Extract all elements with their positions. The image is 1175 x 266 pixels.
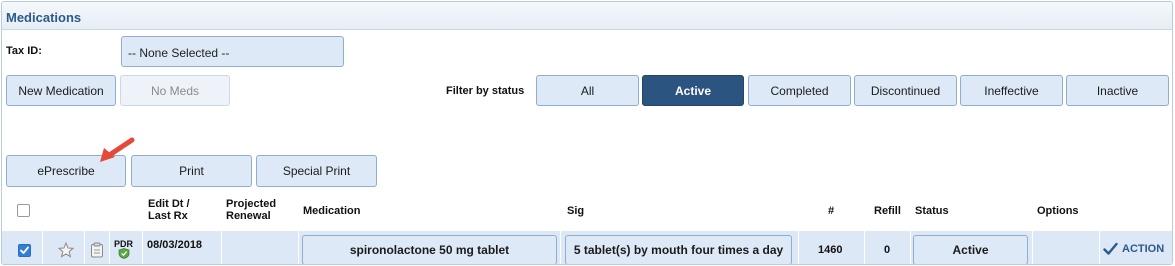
medications-panel: Medications Tax ID: -- None Selected -- … [1,1,1173,265]
column-divider [42,231,43,264]
options-header: Options [1037,205,1079,217]
star-icon[interactable] [58,242,74,258]
column-divider [798,231,799,264]
medication-header: Medication [303,205,361,217]
new-medication-button[interactable]: New Medication [6,75,116,106]
filter-ineffective-button[interactable]: Ineffective [960,75,1063,106]
clipboard-icon[interactable] [90,242,104,258]
filter-active-button[interactable]: Active [642,75,744,106]
panel-header: Medications [2,2,1172,30]
tax-id-label: Tax ID: [6,45,42,57]
tax-id-select[interactable]: -- None Selected -- [121,36,344,67]
projected-renewal-header-line2: Renewal [226,210,271,222]
sig-cell[interactable]: 5 tablet(s) by mouth four times a day [565,235,792,264]
column-divider [221,231,222,264]
edit-date-header-line2: Last Rx [148,210,188,222]
edit-date-cell: 08/03/2018 [147,239,203,251]
column-divider [298,231,299,264]
refill-header: Refill [874,205,901,217]
column-divider [864,231,865,264]
action-button[interactable]: ACTION [1103,242,1164,256]
filter-discontinued-button[interactable]: Discontinued [854,75,957,106]
special-print-button[interactable]: Special Print [256,155,377,187]
column-divider [142,231,143,264]
column-divider [560,231,561,264]
action-label: ACTION [1122,243,1165,255]
panel-title: Medications [6,10,82,25]
column-divider [1099,231,1100,264]
check-icon [20,246,29,254]
refill-cell: 0 [884,244,891,256]
pointer-arrow-icon [100,137,135,162]
edit-date-header: Edit Dt / Last Rx [148,198,190,222]
column-divider [910,231,911,264]
sig-header: Sig [567,205,585,217]
edit-date-header-line1: Edit Dt / [148,198,190,210]
filter-inactive-button[interactable]: Inactive [1066,75,1169,106]
count-cell: 1460 [818,244,843,256]
select-all-checkbox[interactable] [17,204,30,217]
column-divider [84,231,85,264]
column-divider [1032,231,1033,264]
projected-renewal-header: Projected Renewal [226,198,276,222]
filter-completed-button[interactable]: Completed [748,75,851,106]
column-divider [109,231,110,264]
filter-by-status-label: Filter by status [446,85,525,97]
checkmark-icon [1103,242,1118,255]
pdr-shield-icon[interactable] [118,248,130,259]
print-button[interactable]: Print [131,155,252,187]
medication-cell[interactable]: spironolactone 50 mg tablet [302,235,557,264]
status-header: Status [915,205,949,217]
projected-renewal-header-line1: Projected [226,198,277,210]
count-header: # [828,205,835,217]
status-cell[interactable]: Active [913,235,1028,264]
row-checkbox[interactable] [18,244,31,257]
filter-all-button[interactable]: All [536,75,639,106]
no-meds-button[interactable]: No Meds [120,75,230,106]
